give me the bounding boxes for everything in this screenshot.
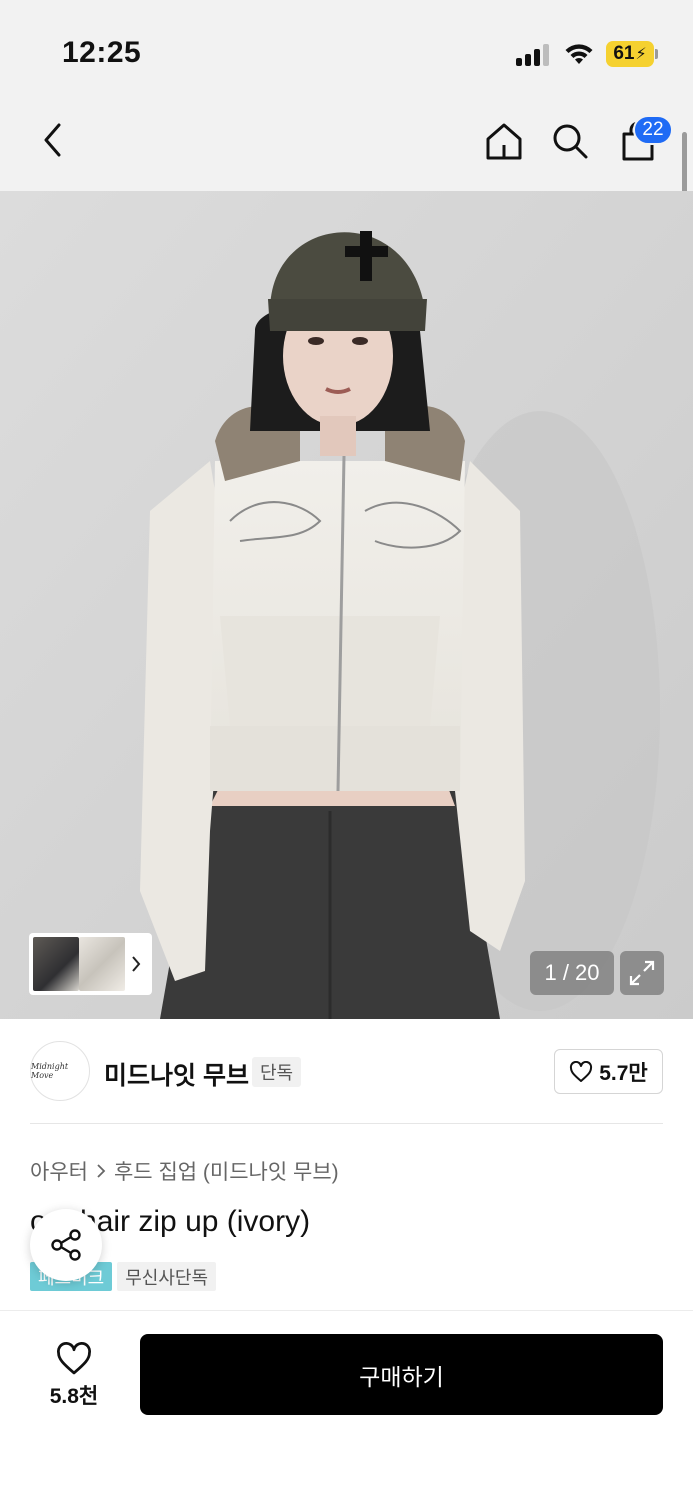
buy-button[interactable]: 구매하기 — [140, 1334, 663, 1415]
battery-level: 61 — [613, 43, 635, 64]
brand-name[interactable]: 미드나잇 무브 — [104, 1056, 249, 1092]
breadcrumb-item-subcategory[interactable]: 후드 집업 (미드나잇 무브) — [114, 1156, 339, 1186]
cart-count-badge: 22 — [633, 115, 673, 145]
exclusive-tag: 단독 — [252, 1057, 302, 1087]
back-button[interactable] — [30, 117, 76, 163]
home-button[interactable] — [480, 117, 528, 165]
battery-indicator: 61 ⚡ — [606, 41, 654, 67]
chevron-right-icon[interactable] — [125, 937, 147, 991]
favorite-count: 5.8천 — [49, 1385, 99, 1408]
share-button[interactable] — [30, 1209, 102, 1281]
back-arrow-icon — [44, 123, 61, 157]
signal-icon — [516, 44, 552, 66]
heart-icon — [570, 1060, 593, 1082]
musinsa-exclusive-tag: 무신사단독 — [117, 1262, 217, 1291]
breadcrumb: 아우터 후드 집업 (미드나잇 무브) — [30, 1156, 339, 1186]
home-indicator-area — [0, 1420, 693, 1500]
status-time: 12:25 — [62, 36, 142, 69]
chevron-right-icon — [97, 1164, 106, 1178]
product-photo — [0, 191, 693, 1019]
thumbnail-strip[interactable] — [29, 933, 152, 995]
favorite-button[interactable]: 5.8천 — [30, 1336, 118, 1416]
scrollbar[interactable] — [682, 132, 687, 200]
battery-tip — [655, 49, 658, 59]
status-bar: 12:25 61 ⚡ — [0, 0, 693, 100]
expand-button[interactable] — [620, 951, 664, 995]
heart-icon — [57, 1342, 91, 1375]
share-icon — [51, 1229, 81, 1261]
thumbnail-1[interactable] — [33, 937, 79, 991]
image-page-counter: 1 / 20 — [530, 951, 614, 995]
search-button[interactable] — [546, 117, 594, 165]
divider — [30, 1123, 663, 1124]
thumbnail-2[interactable] — [79, 937, 125, 991]
bottom-bar-separator — [0, 1310, 693, 1311]
wifi-icon — [565, 44, 593, 64]
brand-like-count: 5.7만 — [599, 1061, 648, 1085]
expand-icon — [629, 960, 655, 986]
brand-logo-text: Midnight Move — [31, 1062, 69, 1080]
breadcrumb-item-category[interactable]: 아우터 — [30, 1156, 88, 1186]
brand-like-button[interactable]: 5.7만 — [554, 1049, 663, 1094]
brand-logo[interactable]: Midnight Move — [30, 1041, 90, 1101]
search-icon — [553, 124, 588, 159]
home-icon — [486, 123, 522, 160]
charging-icon: ⚡ — [635, 46, 647, 63]
product-image[interactable] — [0, 191, 693, 1019]
